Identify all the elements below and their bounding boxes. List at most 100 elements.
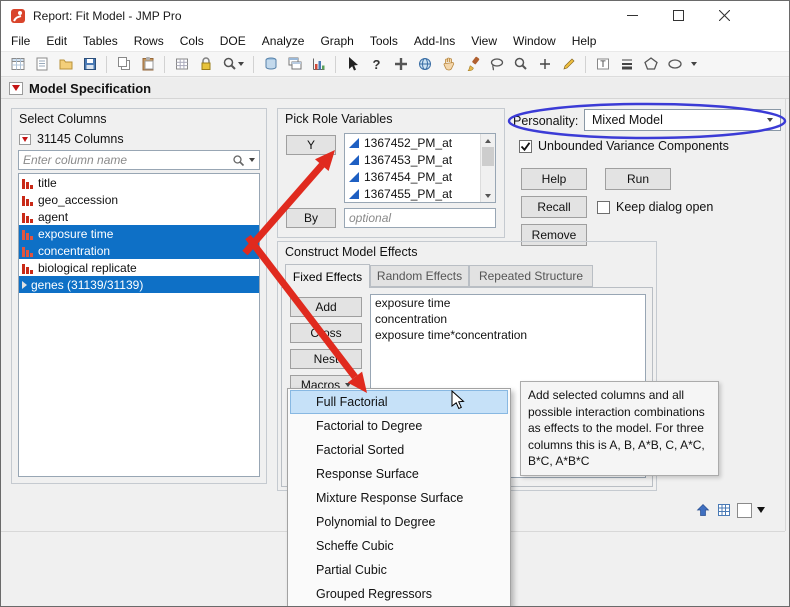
y-variables-list[interactable]: 1367452_PM_at 1367453_PM_at 1367454_PM_a… bbox=[344, 133, 496, 203]
window-list-icon[interactable] bbox=[283, 54, 306, 75]
menu-cols[interactable]: Cols bbox=[172, 32, 212, 50]
effect-item[interactable]: exposure time*concentration bbox=[371, 327, 645, 343]
full-factorial-tooltip: Add selected columns and all possible in… bbox=[520, 381, 719, 476]
toolbar-separator bbox=[106, 56, 107, 73]
new-data-table-icon[interactable] bbox=[6, 54, 29, 75]
database-icon[interactable] bbox=[259, 54, 282, 75]
toolbar-overflow-icon[interactable] bbox=[687, 54, 701, 75]
menu-graph[interactable]: Graph bbox=[312, 32, 361, 50]
lasso-tool-icon[interactable] bbox=[485, 54, 508, 75]
menu-item-full-factorial[interactable]: Full Factorial bbox=[290, 390, 508, 414]
help-button[interactable]: Help bbox=[521, 168, 587, 190]
column-item-genes[interactable]: genes (31139/31139) bbox=[19, 276, 259, 293]
text-tool-icon[interactable]: T bbox=[591, 54, 614, 75]
close-button[interactable] bbox=[701, 1, 747, 29]
scroll-to-top-icon[interactable] bbox=[695, 502, 711, 518]
columns-menu-icon[interactable] bbox=[19, 134, 31, 145]
menu-item-grouped-regressors[interactable]: Grouped Regressors bbox=[290, 582, 508, 606]
menu-tools[interactable]: Tools bbox=[362, 32, 406, 50]
graph-builder-icon[interactable] bbox=[307, 54, 330, 75]
brush-tool-icon[interactable] bbox=[461, 54, 484, 75]
new-journal-icon[interactable] bbox=[30, 54, 53, 75]
menu-item-mixture-response-surface[interactable]: Mixture Response Surface bbox=[290, 486, 508, 510]
column-item-agent[interactable]: agent bbox=[19, 208, 259, 225]
column-item-concentration[interactable]: concentration bbox=[19, 242, 259, 259]
menu-item-response-surface[interactable]: Response Surface bbox=[290, 462, 508, 486]
menu-tables[interactable]: Tables bbox=[75, 32, 126, 50]
paste-icon[interactable] bbox=[136, 54, 159, 75]
menu-window[interactable]: Window bbox=[505, 32, 564, 50]
column-item-geo-accession[interactable]: geo_accession bbox=[19, 191, 259, 208]
menu-item-factorial-to-degree[interactable]: Factorial to Degree bbox=[290, 414, 508, 438]
menu-doe[interactable]: DOE bbox=[212, 32, 254, 50]
y-variable-item[interactable]: 1367454_PM_at bbox=[345, 168, 495, 185]
columns-list[interactable]: title geo_accession agent exposure time … bbox=[18, 173, 260, 477]
menu-file[interactable]: File bbox=[3, 32, 38, 50]
maximize-button[interactable] bbox=[655, 1, 701, 29]
personality-combobox[interactable]: Mixed Model bbox=[584, 109, 781, 131]
arrow-tool-icon[interactable] bbox=[341, 54, 364, 75]
by-role-button[interactable]: By bbox=[286, 208, 336, 228]
disclosure-icon[interactable] bbox=[9, 82, 23, 95]
pencil-tool-icon[interactable] bbox=[557, 54, 580, 75]
preview-swatch[interactable] bbox=[737, 503, 752, 518]
search-filter-dropdown-icon[interactable] bbox=[249, 158, 255, 162]
statusbar-dropdown-icon[interactable] bbox=[757, 507, 765, 513]
keep-dialog-open-checkbox[interactable] bbox=[597, 201, 610, 214]
lock-icon[interactable] bbox=[194, 54, 217, 75]
y-role-button[interactable]: Y bbox=[286, 135, 336, 155]
shape-tool-icon[interactable] bbox=[639, 54, 662, 75]
y-variable-item[interactable]: 1367452_PM_at bbox=[345, 134, 495, 151]
column-item-title[interactable]: title bbox=[19, 174, 259, 191]
y-variable-item[interactable]: 1367453_PM_at bbox=[345, 151, 495, 168]
menu-item-polynomial-to-degree[interactable]: Polynomial to Degree bbox=[290, 510, 508, 534]
menu-item-factorial-sorted[interactable]: Factorial Sorted bbox=[290, 438, 508, 462]
y-list-scrollbar[interactable] bbox=[480, 134, 495, 202]
y-variable-item[interactable]: 1367455_PM_at bbox=[345, 185, 495, 202]
nest-button[interactable]: Nest bbox=[290, 349, 362, 369]
plus-tool-icon[interactable] bbox=[533, 54, 556, 75]
data-grid-icon[interactable] bbox=[716, 502, 732, 518]
effect-item[interactable]: concentration bbox=[371, 311, 645, 327]
add-button[interactable]: Add bbox=[290, 297, 362, 317]
unbounded-variance-checkbox[interactable] bbox=[519, 140, 532, 153]
menu-analyze[interactable]: Analyze bbox=[254, 32, 313, 50]
column-item-exposure-time[interactable]: exposure time bbox=[19, 225, 259, 242]
scroll-down-arrow-icon[interactable] bbox=[481, 189, 495, 202]
grid-icon[interactable] bbox=[170, 54, 193, 75]
tab-fixed-effects[interactable]: Fixed Effects bbox=[285, 264, 370, 288]
tab-repeated-structure[interactable]: Repeated Structure bbox=[469, 265, 593, 287]
menu-rows[interactable]: Rows bbox=[126, 32, 172, 50]
line-style-tool-icon[interactable] bbox=[615, 54, 638, 75]
copy-icon[interactable] bbox=[112, 54, 135, 75]
menu-add-ins[interactable]: Add-Ins bbox=[406, 32, 463, 50]
search-icon[interactable] bbox=[218, 54, 248, 75]
crosshair-tool-icon[interactable] bbox=[389, 54, 412, 75]
continuous-icon bbox=[348, 188, 360, 200]
help-tool-icon[interactable]: ? bbox=[365, 54, 388, 75]
globe-tool-icon[interactable] bbox=[413, 54, 436, 75]
column-search-input[interactable] bbox=[19, 153, 228, 167]
save-icon[interactable] bbox=[78, 54, 101, 75]
menu-help[interactable]: Help bbox=[564, 32, 605, 50]
effect-item[interactable]: exposure time bbox=[371, 295, 645, 311]
scroll-up-arrow-icon[interactable] bbox=[481, 134, 495, 147]
cross-button[interactable]: Cross bbox=[290, 323, 362, 343]
menu-item-scheffe-cubic[interactable]: Scheffe Cubic bbox=[290, 534, 508, 558]
open-icon[interactable] bbox=[54, 54, 77, 75]
zoom-tool-icon[interactable] bbox=[509, 54, 532, 75]
menu-view[interactable]: View bbox=[463, 32, 505, 50]
run-button[interactable]: Run bbox=[605, 168, 671, 190]
tab-random-effects[interactable]: Random Effects bbox=[370, 265, 469, 287]
oval-tool-icon[interactable] bbox=[663, 54, 686, 75]
by-input[interactable] bbox=[345, 211, 495, 225]
menu-item-partial-cubic[interactable]: Partial Cubic bbox=[290, 558, 508, 582]
minimize-button[interactable] bbox=[609, 1, 655, 29]
scrollbar-thumb[interactable] bbox=[482, 147, 494, 166]
search-dropdown-icon[interactable] bbox=[238, 62, 244, 66]
column-item-biological-replicate[interactable]: biological replicate bbox=[19, 259, 259, 276]
recall-button[interactable]: Recall bbox=[521, 196, 587, 218]
expand-chevron-icon[interactable] bbox=[22, 281, 27, 289]
menu-edit[interactable]: Edit bbox=[38, 32, 75, 50]
hand-tool-icon[interactable] bbox=[437, 54, 460, 75]
